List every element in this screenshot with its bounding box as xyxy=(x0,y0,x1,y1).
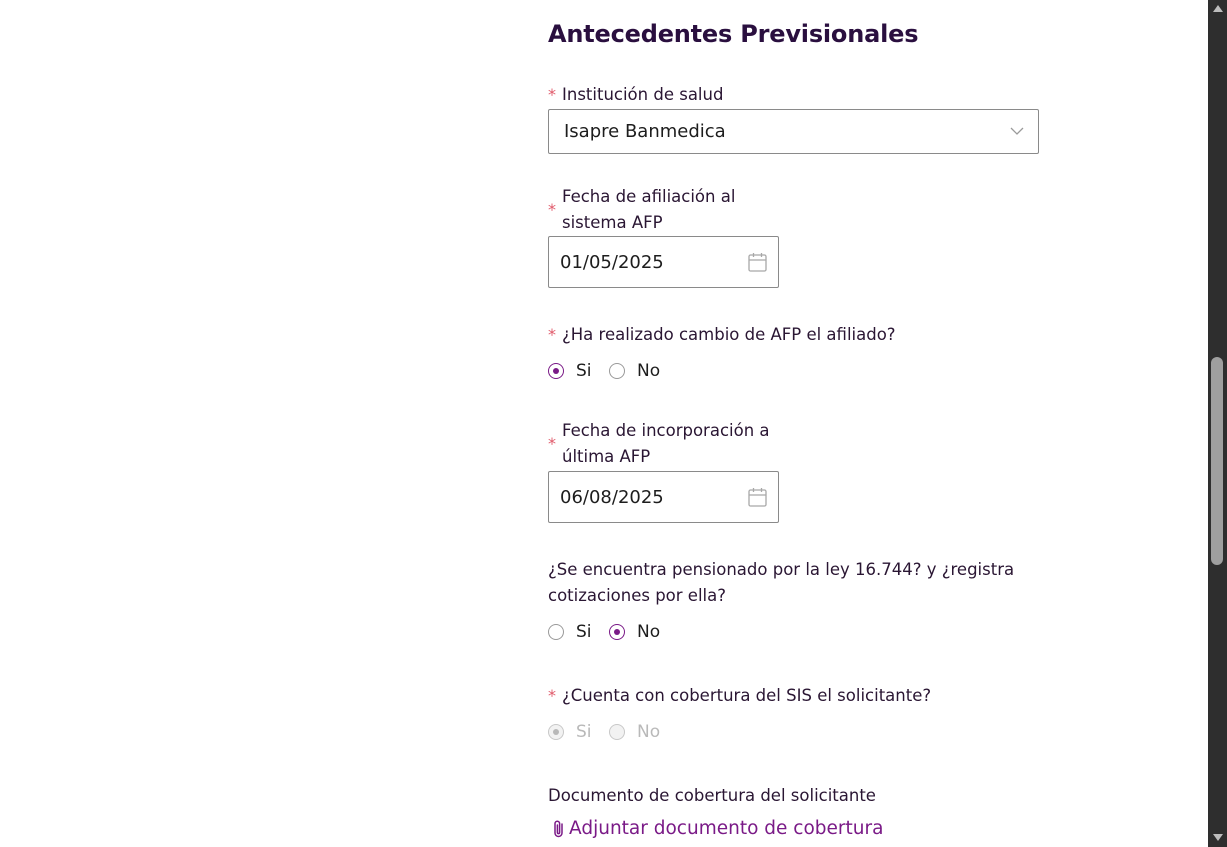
label-line: ¿Se encuentra pensionado por la ley 16.7… xyxy=(548,560,1015,579)
chevron-down-icon xyxy=(1010,127,1024,135)
scrollbar-thumb[interactable] xyxy=(1211,357,1223,565)
section-title: Antecedentes Previsionales xyxy=(548,20,919,48)
calendar-icon[interactable] xyxy=(748,252,767,272)
label-line: Fecha de incorporación a xyxy=(562,421,770,440)
radio-button[interactable] xyxy=(548,363,564,379)
radio-label: Si xyxy=(576,622,592,642)
scroll-down-arrow-icon[interactable] xyxy=(1213,834,1223,841)
radio-label: Si xyxy=(576,361,592,381)
radio-label: No xyxy=(637,722,661,742)
label-line: sistema AFP xyxy=(562,213,663,232)
attach-label: Adjuntar documento de cobertura xyxy=(569,818,884,839)
radio-button[interactable] xyxy=(609,363,625,379)
radio-button[interactable] xyxy=(609,624,625,640)
radio-label: No xyxy=(637,622,661,642)
required-marker: * xyxy=(548,325,556,344)
required-marker: * xyxy=(548,686,556,705)
pension-law-label: ¿Se encuentra pensionado por la ley 16.7… xyxy=(548,557,1014,609)
afp-affiliation-date-input[interactable]: 01/05/2025 xyxy=(548,236,779,288)
scroll-up-arrow-icon[interactable] xyxy=(1213,5,1223,12)
sis-coverage-label: * ¿Cuenta con cobertura del SIS el solic… xyxy=(548,683,932,709)
label-line: cotizaciones por ella? xyxy=(548,586,726,605)
health-institution-label-text: Institución de salud xyxy=(562,85,724,104)
last-afp-date-value: 06/08/2025 xyxy=(560,487,664,508)
calendar-icon[interactable] xyxy=(748,487,767,507)
radio-label: Si xyxy=(576,722,592,742)
label-line: última AFP xyxy=(562,447,651,466)
health-institution-select[interactable]: Isapre Banmedica xyxy=(548,109,1039,154)
label-line: Fecha de afiliación al xyxy=(562,187,736,206)
afp-change-question: ¿Ha realizado cambio de AFP el afiliado? xyxy=(562,325,896,344)
required-marker: * xyxy=(548,434,556,453)
afp-affiliation-date-value: 01/05/2025 xyxy=(560,252,664,273)
radio-label: No xyxy=(637,361,661,381)
last-afp-date-input[interactable]: 06/08/2025 xyxy=(548,471,779,523)
afp-change-label: * ¿Ha realizado cambio de AFP el afiliad… xyxy=(548,322,896,348)
radio-button[interactable] xyxy=(548,624,564,640)
last-afp-date-label: * Fecha de incorporación a última AFP xyxy=(548,418,770,470)
required-marker: * xyxy=(548,200,556,219)
health-institution-value: Isapre Banmedica xyxy=(564,121,726,142)
required-marker: * xyxy=(548,85,556,104)
paperclip-icon xyxy=(554,820,563,838)
health-institution-label: * Institución de salud xyxy=(548,82,724,108)
radio-button xyxy=(548,724,564,740)
afp-affiliation-date-label: * Fecha de afiliación al sistema AFP xyxy=(548,184,736,236)
vertical-scrollbar[interactable] xyxy=(1208,0,1227,847)
radio-button xyxy=(609,724,625,740)
coverage-document-label: Documento de cobertura del solicitante xyxy=(548,786,876,805)
sis-coverage-question: ¿Cuenta con cobertura del SIS el solicit… xyxy=(562,686,932,705)
